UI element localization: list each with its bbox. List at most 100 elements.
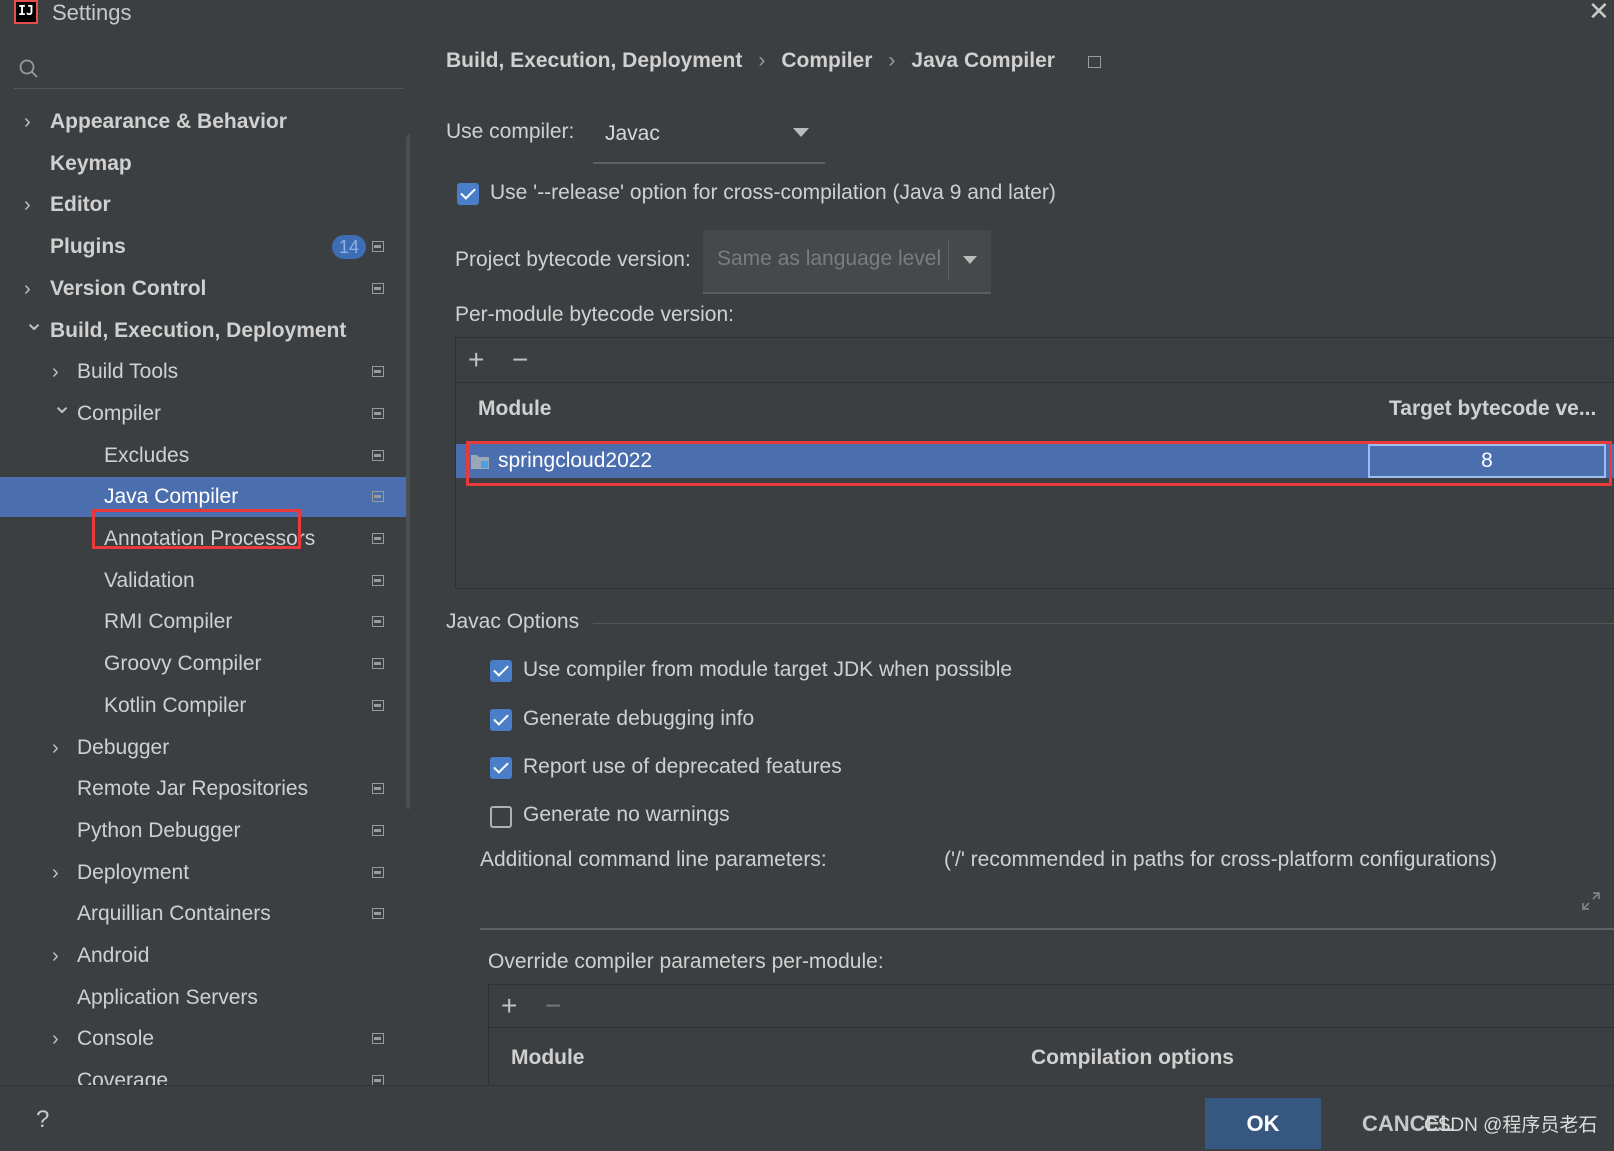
project-scope-icon bbox=[372, 867, 384, 878]
sidebar-item[interactable]: Python Debugger bbox=[0, 811, 410, 851]
project-scope-icon bbox=[372, 533, 384, 544]
project-scope-icon bbox=[372, 658, 384, 669]
option-checkbox[interactable] bbox=[490, 709, 512, 731]
option-checkbox[interactable] bbox=[490, 660, 512, 682]
sidebar-item[interactable]: ⌄ Compiler bbox=[0, 392, 410, 434]
window-title: Settings bbox=[52, 0, 132, 25]
sidebar-item[interactable]: Plugins 14 bbox=[0, 227, 410, 267]
sidebar-item[interactable]: › Deployment bbox=[0, 853, 410, 893]
sidebar-item[interactable]: › Android bbox=[0, 936, 410, 976]
column-header-module[interactable]: Module bbox=[478, 382, 552, 436]
search-icon[interactable] bbox=[18, 58, 40, 80]
sidebar-item-label: Deployment bbox=[77, 861, 190, 884]
sidebar-item[interactable]: › Debugger bbox=[0, 728, 410, 768]
chevron-right-icon[interactable]: › bbox=[24, 185, 31, 225]
column-header-module[interactable]: Module bbox=[511, 1031, 585, 1085]
sidebar-item[interactable]: Groovy Compiler bbox=[0, 644, 410, 684]
sidebar-item-label: Console bbox=[77, 1027, 155, 1050]
project-scope-icon bbox=[372, 283, 384, 294]
chevron-right-icon[interactable]: › bbox=[52, 1019, 59, 1059]
sidebar-item[interactable]: › Console bbox=[0, 1019, 410, 1059]
combo-divider bbox=[948, 240, 949, 280]
project-scope-icon bbox=[372, 1075, 384, 1085]
column-header-options[interactable]: Compilation options bbox=[1031, 1031, 1234, 1085]
table-toolbar: + − bbox=[489, 985, 1614, 1028]
sidebar-item-label: Compiler bbox=[77, 402, 162, 425]
add-button[interactable]: + bbox=[501, 986, 517, 1026]
sidebar-item-label: Kotlin Compiler bbox=[104, 694, 247, 717]
sidebar-item[interactable]: ⌄ Build, Execution, Deployment bbox=[0, 309, 410, 351]
sidebar-item[interactable]: Remote Jar Repositories bbox=[0, 769, 410, 809]
remove-button[interactable]: − bbox=[545, 986, 561, 1026]
highlight-box bbox=[466, 441, 1612, 486]
sidebar-item[interactable]: Validation bbox=[0, 561, 410, 601]
watermark: CSDN @程序员老石 bbox=[1424, 1115, 1598, 1136]
chevron-down-icon bbox=[963, 256, 977, 264]
sidebar-item[interactable]: Excludes bbox=[0, 436, 410, 476]
chevron-right-icon[interactable]: › bbox=[24, 102, 31, 142]
chevron-right-icon[interactable]: › bbox=[52, 728, 59, 768]
sidebar-item-label: Android bbox=[77, 944, 150, 967]
option-label: Use compiler from module target JDK when… bbox=[523, 658, 1013, 681]
option-checkbox[interactable] bbox=[490, 806, 512, 828]
use-compiler-label: Use compiler: bbox=[446, 120, 575, 143]
sidebar-item[interactable]: RMI Compiler bbox=[0, 602, 410, 642]
project-scope-icon bbox=[372, 366, 384, 377]
breadcrumb-separator: › bbox=[888, 49, 896, 72]
highlight-box bbox=[92, 509, 301, 549]
close-icon[interactable]: ✕ bbox=[1588, 0, 1610, 24]
sidebar-item-label: Editor bbox=[50, 193, 111, 216]
sidebar-item-label: Appearance & Behavior bbox=[50, 110, 287, 133]
table-toolbar: + − bbox=[456, 338, 1614, 383]
app-icon: IJ bbox=[14, 0, 38, 24]
params-hint: ('/' recommended in paths for cross-plat… bbox=[944, 848, 1498, 871]
search-field[interactable] bbox=[14, 88, 404, 89]
sidebar-item[interactable]: Arquillian Containers bbox=[0, 894, 410, 934]
sidebar-item-label: Coverage bbox=[77, 1069, 169, 1085]
sidebar-item[interactable]: Kotlin Compiler bbox=[0, 686, 410, 726]
option-label: Report use of deprecated features bbox=[523, 755, 842, 778]
sidebar-scrollbar[interactable] bbox=[406, 134, 410, 809]
remove-button[interactable]: − bbox=[512, 340, 528, 380]
project-bytecode-combo[interactable]: Same as language level bbox=[703, 230, 991, 294]
project-scope-icon bbox=[372, 616, 384, 627]
release-option-checkbox[interactable] bbox=[457, 183, 479, 205]
settings-sidebar: › Appearance & Behavior Keymap › Editor Plugi… bbox=[0, 30, 410, 1085]
sidebar-item[interactable]: Coverage bbox=[0, 1061, 410, 1085]
sidebar-item-label: Debugger bbox=[77, 736, 170, 759]
table-header: Module Target bytecode ve... bbox=[456, 382, 1614, 436]
sidebar-item[interactable]: › Editor bbox=[0, 185, 410, 225]
sidebar-item[interactable]: Keymap bbox=[0, 144, 410, 184]
sidebar-item-label: Plugins bbox=[50, 235, 126, 258]
project-bytecode-value: Same as language level bbox=[717, 247, 942, 270]
sidebar-item-label: Remote Jar Repositories bbox=[77, 777, 309, 800]
sidebar-item-label: RMI Compiler bbox=[104, 610, 233, 633]
params-field[interactable] bbox=[480, 928, 1614, 930]
project-bytecode-label: Project bytecode version: bbox=[455, 248, 691, 271]
expand-icon[interactable] bbox=[1580, 890, 1602, 912]
breadcrumb: Build, Execution, Deployment › Compiler › Ja… bbox=[446, 46, 1055, 76]
section-separator bbox=[593, 623, 1614, 624]
sidebar-item-label: Python Debugger bbox=[77, 819, 241, 842]
breadcrumb-item[interactable]: Build, Execution, Deployment bbox=[446, 49, 742, 72]
ok-button[interactable]: OK bbox=[1205, 1098, 1321, 1149]
compiler-dropdown[interactable]: Javac bbox=[593, 112, 825, 164]
chevron-down-icon[interactable]: ⌄ bbox=[52, 386, 72, 426]
option-checkbox[interactable] bbox=[490, 757, 512, 779]
column-header-target[interactable]: Target bytecode ve... bbox=[1389, 382, 1596, 436]
sidebar-item-label: Validation bbox=[104, 569, 195, 592]
sidebar-item-label: Groovy Compiler bbox=[104, 652, 262, 675]
chevron-right-icon[interactable]: › bbox=[52, 853, 59, 893]
sidebar-item[interactable]: › Appearance & Behavior bbox=[0, 102, 410, 142]
add-button[interactable]: + bbox=[468, 340, 484, 380]
breadcrumb-item[interactable]: Compiler bbox=[781, 49, 872, 72]
chevron-right-icon[interactable]: › bbox=[52, 936, 59, 976]
sidebar-item[interactable]: › Version Control bbox=[0, 269, 410, 309]
params-label: Additional command line parameters: bbox=[480, 848, 827, 871]
help-button[interactable]: ? bbox=[36, 1106, 49, 1134]
project-scope-icon bbox=[372, 575, 384, 586]
chevron-down-icon[interactable]: ⌄ bbox=[24, 303, 44, 343]
plugins-count-badge: 14 bbox=[332, 235, 366, 259]
sidebar-item[interactable]: Application Servers bbox=[0, 978, 410, 1018]
override-table: + − Module Compilation options bbox=[488, 984, 1614, 1086]
